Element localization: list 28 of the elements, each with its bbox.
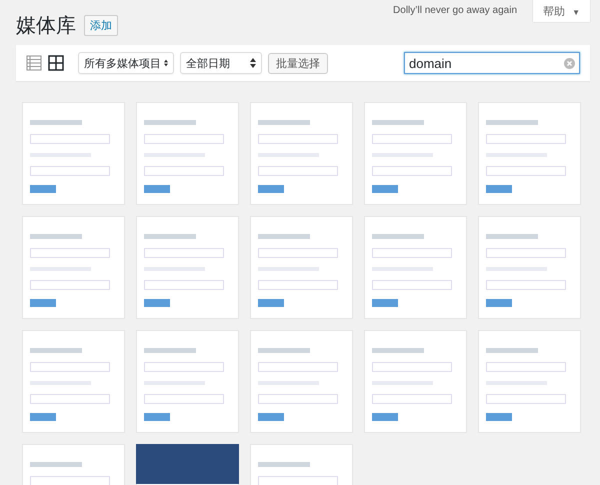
date-select[interactable]: 全部日期 bbox=[180, 52, 262, 74]
screenshot-thumbnail[interactable] bbox=[136, 216, 239, 319]
screenshot-thumbnail[interactable] bbox=[136, 102, 239, 205]
media-type-select[interactable]: 所有多媒体项目 bbox=[78, 52, 174, 74]
dolly-quote: Dolly’ll never go away again bbox=[393, 5, 518, 16]
screenshot-thumbnail[interactable] bbox=[478, 216, 581, 319]
screenshot-thumbnail[interactable] bbox=[136, 330, 239, 433]
screenshot-thumbnail[interactable] bbox=[364, 216, 467, 319]
screenshot-thumbnail[interactable] bbox=[478, 330, 581, 433]
screenshot-thumbnail[interactable] bbox=[22, 216, 125, 319]
updown-arrows-icon bbox=[164, 58, 168, 68]
clear-icon[interactable] bbox=[564, 58, 575, 68]
updown-arrows-icon bbox=[250, 58, 256, 68]
screenshot-thumbnail[interactable] bbox=[250, 216, 353, 319]
screenshot-thumbnail[interactable] bbox=[364, 330, 467, 433]
bulk-select-button[interactable]: 批量选择 bbox=[268, 52, 328, 74]
screenshot-thumbnail[interactable] bbox=[22, 330, 125, 433]
screenshot-thumbnail[interactable] bbox=[22, 102, 125, 205]
add-button[interactable]: 添加 bbox=[84, 15, 118, 36]
grid-view-icon[interactable] bbox=[48, 55, 64, 71]
help-button[interactable]: 帮助 ▼ bbox=[533, 0, 590, 22]
screenshot-thumbnail[interactable] bbox=[478, 102, 581, 205]
page-title: 媒体库 bbox=[16, 14, 76, 39]
search-field[interactable]: domain bbox=[404, 52, 580, 74]
list-view-icon[interactable] bbox=[26, 55, 42, 71]
screenshot-thumbnail[interactable] bbox=[250, 102, 353, 205]
screenshot-thumbnail[interactable] bbox=[364, 102, 467, 205]
screenshot-thumbnail[interactable] bbox=[250, 330, 353, 433]
